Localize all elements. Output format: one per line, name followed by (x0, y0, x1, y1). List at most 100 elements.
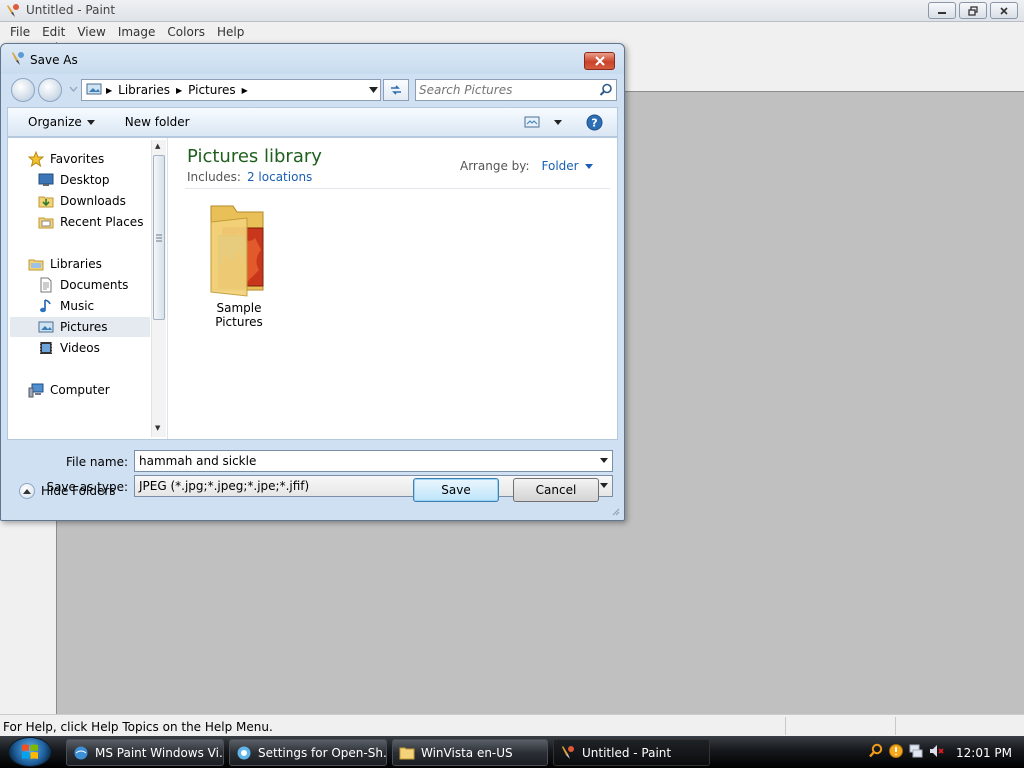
scroll-down-icon[interactable]: ▼ (155, 424, 160, 432)
paint-window-title: Untitled - Paint (26, 3, 116, 17)
close-icon (594, 56, 605, 66)
nav-downloads-label: Downloads (60, 194, 126, 208)
cancel-button[interactable]: Cancel (513, 478, 599, 502)
includes-locations-link[interactable]: 2 locations (247, 170, 312, 184)
pictures-icon (38, 319, 54, 335)
save-as-dialog: Save As ▶ Libraries ▶ Pictures ▶ Search … (0, 43, 625, 521)
address-bar[interactable]: ▶ Libraries ▶ Pictures ▶ (81, 79, 381, 101)
nav-pane-scrollbar[interactable]: ▲ ▼ (151, 140, 166, 437)
nav-pictures-label: Pictures (60, 320, 108, 334)
breadcrumb-separator-icon[interactable]: ▶ (242, 86, 248, 95)
chevron-down-icon (86, 119, 95, 125)
menu-view[interactable]: View (71, 25, 111, 39)
file-name-field[interactable] (134, 450, 613, 472)
library-title: Pictures library (187, 146, 322, 167)
restore-button[interactable] (959, 2, 987, 19)
folder-label: Sample Pictures (215, 301, 263, 329)
refresh-button[interactable] (383, 79, 409, 101)
menu-file[interactable]: File (4, 25, 36, 39)
command-bar: Organize New folder ? (7, 107, 618, 137)
paint-menubar: File Edit View Image Colors Help (0, 22, 1024, 42)
restore-icon (968, 5, 978, 16)
taskbar-button-ms-paint-windows[interactable]: MS Paint Windows Vi... (66, 739, 224, 766)
files-pane: Pictures library Includes: 2 locations Ar… (169, 138, 617, 439)
forward-button[interactable] (38, 78, 62, 102)
change-view-button[interactable] (524, 115, 562, 129)
address-dropdown-icon[interactable] (369, 87, 378, 93)
new-folder-button[interactable]: New folder (115, 115, 200, 129)
start-button[interactable] (8, 737, 52, 767)
menu-image[interactable]: Image (112, 25, 162, 39)
library-includes: Includes: 2 locations (187, 170, 312, 184)
close-window-button[interactable] (990, 2, 1018, 19)
music-icon (38, 298, 54, 314)
nav-desktop-label: Desktop (60, 173, 110, 187)
recent-pages-dropdown-icon[interactable] (69, 86, 78, 92)
menu-help[interactable]: Help (211, 25, 250, 39)
organize-button[interactable]: Organize (18, 115, 105, 129)
file-name-input[interactable] (139, 453, 594, 469)
save-type-dropdown-icon (600, 483, 608, 488)
paint-app-icon (560, 745, 576, 761)
paint-app-icon (11, 51, 25, 70)
breadcrumb-libraries[interactable]: Libraries (116, 83, 172, 97)
nav-videos-label: Videos (60, 341, 100, 355)
save-type-value: JPEG (*.jpg;*.jpeg;*.jpe;*.jfif) (139, 479, 310, 493)
recent-places-icon (38, 214, 54, 230)
nav-favorites[interactable]: Favorites (28, 149, 170, 169)
taskbar-button-label: WinVista en-US (421, 745, 513, 760)
navigation-pane: Favorites Desktop Downloads Recent Place… (8, 138, 168, 439)
search-icon[interactable] (599, 83, 613, 100)
search-box[interactable] (415, 79, 617, 101)
network-icon[interactable] (908, 743, 924, 762)
taskbar-button-label: Settings for Open-Sh... (258, 745, 387, 760)
dialog-title: Save As (30, 53, 78, 67)
back-button[interactable] (11, 78, 35, 102)
search-input[interactable] (419, 82, 594, 98)
menu-edit[interactable]: Edit (36, 25, 71, 39)
refresh-icon (391, 85, 401, 95)
svg-text:?: ? (591, 117, 597, 130)
taskbar-button-winvista[interactable]: WinVista en-US (392, 739, 548, 766)
scroll-thumb[interactable] (153, 155, 165, 320)
dialog-close-button[interactable] (584, 52, 615, 70)
grip-icon (156, 234, 162, 242)
taskbar-button-settings-open-shell[interactable]: Settings for Open-Sh... (229, 739, 387, 766)
search-icon[interactable] (868, 743, 884, 762)
nav-favorites-label: Favorites (50, 152, 105, 166)
videos-icon (38, 340, 54, 356)
hide-folders-button[interactable]: Hide Folders (19, 483, 116, 499)
content-area: Favorites Desktop Downloads Recent Place… (7, 137, 618, 440)
arrange-by-dropdown[interactable]: Folder (542, 159, 593, 173)
scroll-up-icon[interactable]: ▲ (155, 142, 160, 150)
update-icon[interactable] (888, 743, 904, 762)
file-name-label: File name: (66, 455, 128, 469)
status-text: For Help, click Help Topics on the Help … (3, 720, 273, 734)
nav-libraries[interactable]: Libraries (28, 254, 170, 274)
volume-muted-icon[interactable] (928, 743, 944, 762)
arrange-by: Arrange by: Folder (460, 159, 593, 173)
paint-app-icon (5, 3, 21, 19)
nav-pictures[interactable]: Pictures (10, 317, 150, 337)
files-divider (185, 188, 610, 189)
includes-label: Includes: (187, 170, 241, 184)
nav-computer[interactable]: Computer (28, 380, 170, 400)
folder-item-sample-pictures[interactable]: Sample Pictures (191, 198, 287, 329)
menu-colors[interactable]: Colors (161, 25, 211, 39)
resize-grip-icon[interactable] (610, 506, 620, 516)
nav-music-label: Music (60, 299, 95, 313)
help-button[interactable]: ? (586, 114, 603, 134)
shell-icon (236, 745, 252, 761)
windows-logo-icon (22, 744, 38, 759)
clock[interactable]: 12:01 PM (956, 746, 1012, 760)
taskbar: MS Paint Windows Vi... Settings for Open… (0, 736, 1024, 768)
taskbar-button-untitled-paint[interactable]: Untitled - Paint (553, 739, 710, 766)
downloads-folder-icon (38, 193, 54, 209)
nav-computer-label: Computer (50, 383, 110, 397)
chevron-down-icon (584, 163, 593, 169)
minimize-button[interactable] (928, 2, 956, 19)
taskbar-button-label: Untitled - Paint (582, 745, 672, 760)
save-button[interactable]: Save (413, 478, 499, 502)
breadcrumb-pictures[interactable]: Pictures (186, 83, 238, 97)
file-name-dropdown-icon[interactable] (600, 458, 608, 463)
